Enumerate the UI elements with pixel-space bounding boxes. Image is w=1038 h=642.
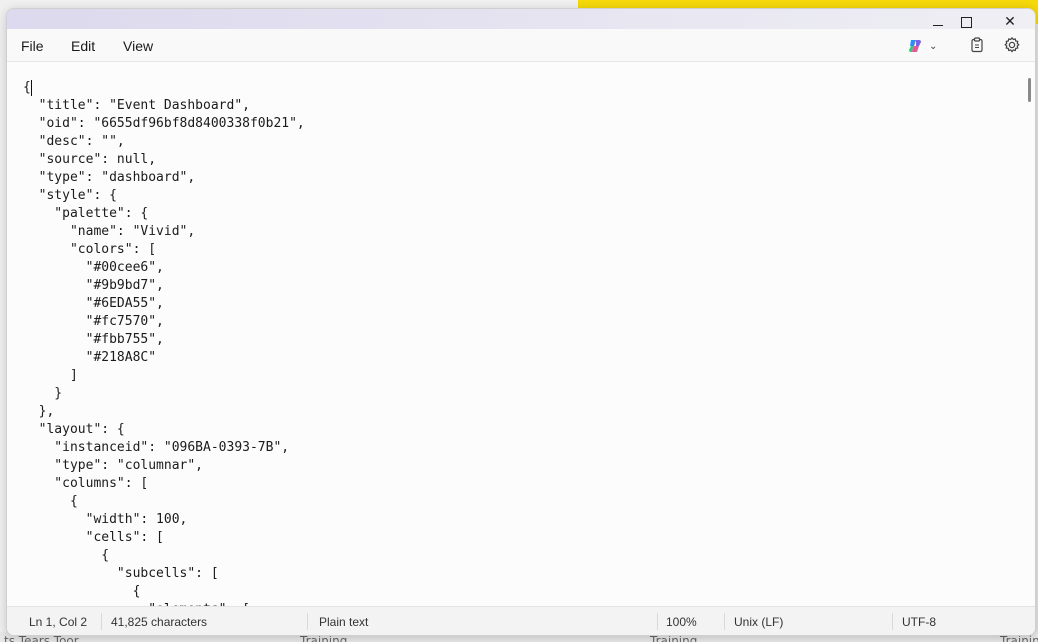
- close-icon: ✕: [1004, 14, 1016, 30]
- chevron-down-icon: ⌄: [929, 40, 938, 52]
- menu-edit[interactable]: Edit: [65, 36, 101, 56]
- status-bar: Ln 1, Col 2 41,825 characters Plain text…: [7, 606, 1035, 635]
- title-bar[interactable]: ✕: [7, 9, 1035, 29]
- status-separator: [892, 613, 893, 630]
- cursor-position[interactable]: Ln 1, Col 2: [29, 615, 87, 629]
- editor-content[interactable]: { "title": "Event Dashboard", "oid": "66…: [23, 79, 305, 606]
- minimize-icon: [933, 25, 943, 26]
- encoding[interactable]: UTF-8: [902, 615, 936, 629]
- close-button[interactable]: ✕: [987, 11, 1033, 29]
- clipboard-icon[interactable]: [968, 36, 986, 54]
- maximize-button[interactable]: [943, 11, 989, 29]
- status-separator: [657, 613, 658, 630]
- zoom-level[interactable]: 100%: [666, 615, 697, 629]
- maximize-icon: [960, 17, 972, 28]
- menu-file[interactable]: File: [15, 36, 50, 56]
- copilot-button[interactable]: ⌄: [907, 36, 949, 56]
- file-format[interactable]: Plain text: [319, 615, 368, 629]
- copilot-icon: [909, 40, 921, 52]
- gear-icon[interactable]: [1003, 36, 1021, 54]
- text-caret: [31, 80, 32, 96]
- vertical-scrollbar[interactable]: [1028, 78, 1031, 102]
- status-separator: [307, 613, 308, 630]
- status-separator: [724, 613, 725, 630]
- line-ending[interactable]: Unix (LF): [734, 615, 783, 629]
- notepad-window: ✕ File Edit View ⌄ { "title": "Event Das…: [6, 8, 1036, 636]
- menu-view[interactable]: View: [117, 36, 159, 56]
- text-editor[interactable]: { "title": "Event Dashboard", "oid": "66…: [7, 62, 1035, 606]
- character-count: 41,825 characters: [111, 615, 208, 629]
- menu-bar: File Edit View ⌄: [7, 29, 1035, 62]
- status-separator: [101, 613, 102, 630]
